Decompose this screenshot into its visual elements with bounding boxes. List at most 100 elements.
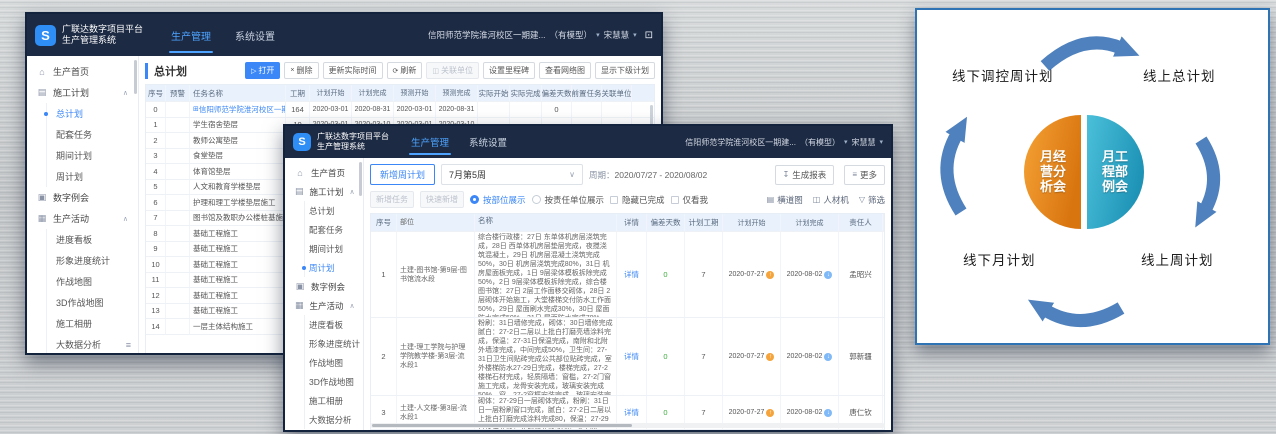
sidebar-item-big-data[interactable]: 大数据分析: [27, 334, 138, 355]
cell-task-name[interactable]: 基础工程施工: [190, 304, 286, 319]
sidebar-item-3d-battle-map[interactable]: 3D作战地图: [285, 372, 363, 391]
sidebar-item-production-activity[interactable]: ▦生产活动∧: [285, 296, 363, 315]
open-button[interactable]: ▷打开: [245, 62, 280, 79]
tab-production[interactable]: 生产管理: [409, 126, 451, 158]
center-right-text: 月工 程部 例会: [1089, 149, 1141, 194]
cell-task-name[interactable]: 基础工程施工: [190, 257, 286, 272]
chevron-down-icon[interactable]: ▾: [844, 138, 848, 146]
cell-task-name[interactable]: 学生宿舍垫层: [190, 118, 286, 133]
set-milestone-button[interactable]: 设置里程碑: [483, 62, 535, 79]
sidebar-scrollbar[interactable]: [359, 162, 362, 196]
cell-task-name[interactable]: 食堂垫层: [190, 149, 286, 164]
sidebar-item-master-plan[interactable]: 总计划: [285, 201, 363, 220]
sidebar-item-period-plan[interactable]: 期间计划: [285, 239, 363, 258]
sidebar-item-week-plan[interactable]: 周计划: [27, 166, 138, 187]
sidebar-item-home[interactable]: ⌂生产首页: [285, 163, 363, 182]
date-value: 2020-07-27: [729, 353, 765, 360]
radio-by-part[interactable]: 按部位展示: [470, 194, 526, 206]
chevron-down-icon[interactable]: ▾: [596, 31, 600, 39]
cell-task-name[interactable]: 护理和理工学楼垫层施工: [190, 195, 286, 210]
cell-task-name[interactable]: 体育馆垫层: [190, 164, 286, 179]
sidebar-item-period-plan[interactable]: 期间计划: [27, 145, 138, 166]
chevron-down-icon[interactable]: ▾: [633, 31, 637, 39]
cell-task-name[interactable]: 图书馆及教职办公楼桩基施工: [190, 211, 286, 226]
scrollbar-thumb[interactable]: [372, 424, 632, 427]
app-logo-icon: S: [35, 25, 56, 46]
sidebar-item-label: 形象进度统计: [56, 254, 110, 267]
sidebar-item-construction-album[interactable]: 施工相册: [285, 391, 363, 410]
delete-button[interactable]: ×删除: [284, 62, 318, 79]
sidebar-item-progress-stats[interactable]: 形象进度统计: [27, 250, 138, 271]
sidebar-item-construction-plan[interactable]: ▤施工计划∧: [27, 82, 138, 103]
sidebar-item-production-activity[interactable]: ▦生产活动∧: [27, 208, 138, 229]
sidebar-item-label: 数字例会: [311, 281, 345, 293]
cell-plan-start: 2020-07-27↑: [723, 232, 781, 317]
gantt-icon: ▤: [767, 195, 775, 204]
sidebar-item-construction-album[interactable]: 施工相册: [27, 313, 138, 334]
week-select[interactable]: 7月第5周 ∨: [441, 164, 583, 185]
more-button[interactable]: ≡更多: [844, 165, 885, 185]
filter-button[interactable]: ▽筛选: [859, 194, 885, 206]
project-selector[interactable]: 信阳师范学院淮河校区一期建...: [428, 29, 546, 41]
table-body: 1 土建-图书馆-第9层-图书馆流水段 综合楼行政楼：27日 东单体机房层浇筑完…: [371, 232, 884, 430]
project-selector[interactable]: 信阳师范学院淮河校区一期建...: [685, 137, 796, 148]
sidebar-item-digital-meeting[interactable]: ▣数字例会: [27, 187, 138, 208]
table-row[interactable]: 1 土建-图书馆-第9层-图书馆流水段 综合楼行政楼：27日 东单体机房层浇筑完…: [371, 232, 884, 318]
detail-link[interactable]: 详情: [617, 232, 647, 317]
user-menu[interactable]: 宋慧慧: [604, 29, 630, 41]
sidebar-item-construction-plan[interactable]: ▤施工计划∧: [285, 182, 363, 201]
plan-icon: ▤: [37, 87, 47, 98]
view-network-button[interactable]: 查看网络图: [539, 62, 591, 79]
sidebar-item-digital-meeting[interactable]: ▣数字例会: [285, 277, 363, 296]
cell-task-name[interactable]: 人文和教育学楼垫层: [190, 180, 286, 195]
chevron-down-icon[interactable]: ▾: [879, 138, 883, 146]
radio-by-unit[interactable]: 按责任单位展示: [532, 194, 605, 206]
table-row[interactable]: 0 信阳师范学院淮河校区一期建设项目 164 2020-03-01 2020-0…: [146, 102, 654, 118]
tab-production[interactable]: 生产管理: [169, 14, 213, 56]
sidebar-item-home[interactable]: ⌂生产首页: [27, 61, 138, 82]
sidebar-item-week-plan[interactable]: 周计划: [285, 258, 363, 277]
user-menu[interactable]: 宋慧慧: [851, 137, 875, 148]
show-sub-plan-button[interactable]: 显示下级计划: [595, 62, 655, 79]
column-header: 关联单位: [602, 85, 632, 101]
cell-task-name[interactable]: 基础工程施工: [190, 242, 286, 257]
cell-task-name[interactable]: 信阳师范学院淮河校区一期建设项目: [190, 102, 286, 117]
table-row[interactable]: 2 土建-理工学院与护理学院教学楼-第3层-流水段1 粉刷：31日墙修完成，砌体…: [371, 318, 884, 396]
sidebar-item-battle-map[interactable]: 作战地图: [27, 271, 138, 292]
checkbox-label: 隐藏已完成: [622, 194, 665, 206]
collapse-sidebar-icon[interactable]: ≡: [126, 340, 131, 350]
new-week-plan-button[interactable]: 新增周计划: [370, 164, 435, 185]
sidebar-item-big-data[interactable]: 大数据分析: [285, 410, 363, 429]
generate-report-button[interactable]: ↧生成报表: [775, 165, 835, 185]
sidebar-item-progress-stats[interactable]: 形象进度统计: [285, 334, 363, 353]
sidebar-item-support-tasks[interactable]: 配套任务: [285, 220, 363, 239]
quick-add-button[interactable]: 快速新增: [420, 191, 464, 208]
link-unit-button[interactable]: ◫关联单位: [426, 62, 479, 79]
refresh-button[interactable]: ⟳刷新: [387, 62, 423, 79]
cell-task-name[interactable]: 基础工程施工: [190, 273, 286, 288]
cell-forecast-start: 2020-03-01: [394, 102, 436, 117]
checkbox-only-me[interactable]: 仅看我: [671, 194, 709, 206]
top-nav: 生产管理 系统设置: [169, 14, 277, 56]
checkbox-hide-done[interactable]: 隐藏已完成: [610, 194, 665, 206]
sidebar-item-support-tasks[interactable]: 配套任务: [27, 124, 138, 145]
tab-system-settings[interactable]: 系统设置: [467, 126, 509, 158]
labor-material-button[interactable]: ◫人材机: [813, 194, 849, 206]
update-actual-time-button[interactable]: 更新实际时间: [323, 62, 383, 79]
cell-task-name[interactable]: 基础工程施工: [190, 226, 286, 241]
window-icon[interactable]: ⊡: [645, 30, 653, 41]
sidebar-item-battle-map[interactable]: 作战地图: [285, 353, 363, 372]
cell-task-name[interactable]: 一层主体结构施工: [190, 319, 286, 334]
sidebar-item-progress-board[interactable]: 进度看板: [27, 229, 138, 250]
cell-task-name[interactable]: 教师公寓垫层: [190, 133, 286, 148]
sidebar-scrollbar[interactable]: [134, 60, 137, 94]
sidebar-item-3d-battle-map[interactable]: 3D作战地图: [27, 292, 138, 313]
detail-link[interactable]: 详情: [617, 318, 647, 395]
horizontal-scrollbar[interactable]: [370, 423, 885, 428]
gantt-view-button[interactable]: ▤横道图: [767, 194, 803, 206]
sidebar-item-progress-board[interactable]: 进度看板: [285, 315, 363, 334]
sidebar-item-master-plan[interactable]: 总计划: [27, 103, 138, 124]
tab-system-settings[interactable]: 系统设置: [233, 14, 277, 56]
new-task-button[interactable]: 新增任务: [370, 191, 414, 208]
cell-task-name[interactable]: 基础工程施工: [190, 288, 286, 303]
